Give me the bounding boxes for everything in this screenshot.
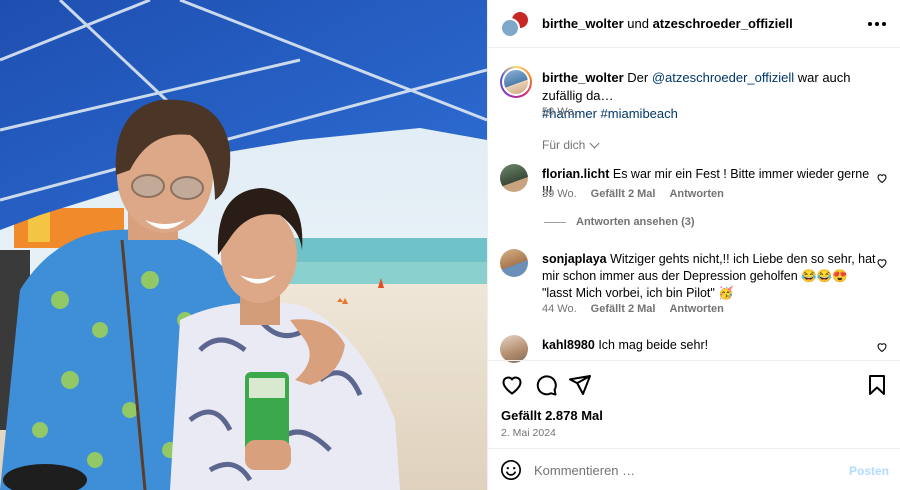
heart-icon[interactable] [876,172,888,184]
authors-conjunction: und [627,16,649,31]
reply-button[interactable]: Antworten [669,303,723,315]
comment-icon[interactable] [534,373,558,397]
avatar[interactable] [500,18,520,38]
comment-meta: 39 Wo. Gefällt 2 Mal Antworten [542,188,724,200]
view-replies-button[interactable]: Antworten ansehen (3) [544,216,695,228]
caption-text-before: Der [627,70,649,85]
comment-username[interactable]: florian.licht [542,167,609,181]
divider [544,221,566,223]
hashtag-link[interactable]: #miamibeach [601,106,678,121]
reply-button[interactable]: Antworten [669,188,723,200]
caption-time[interactable]: 50 Wo. [542,106,577,118]
comment-filter-label: Für dich [542,138,586,152]
bookmark-icon[interactable] [865,373,889,397]
likes-count[interactable]: Gefällt 2.878 Mal [501,408,603,423]
avatar[interactable] [500,164,528,192]
comment-text: sonjaplaya Witziger gehts nicht,!! ich L… [542,251,877,302]
more-icon[interactable] [865,12,889,36]
caption-text: birthe_wolter Der @atzeschroeder_offizie… [542,69,892,123]
view-replies-label: Antworten ansehen (3) [576,216,695,228]
avatar[interactable] [500,335,528,363]
post-actions: Gefällt 2.878 Mal 2. Mai 2024 [488,360,900,448]
comment-meta: 44 Wo. Gefällt 2 Mal Antworten [542,303,724,315]
comment-time[interactable]: 39 Wo. [542,188,577,200]
avatar[interactable] [500,66,532,98]
comment-likes[interactable]: Gefällt 2 Mal [591,188,656,200]
comment-composer: Posten [488,448,900,490]
comment-body: Ich mag beide sehr! [598,338,709,352]
heart-icon[interactable] [500,373,524,397]
chevron-down-icon [589,138,600,149]
post-image[interactable] [0,0,487,490]
comment-username[interactable]: kahl8980 [542,338,595,352]
post-date: 2. Mai 2024 [501,427,556,439]
heart-icon[interactable] [876,341,888,353]
comment-input[interactable] [534,459,834,481]
collab-avatars[interactable] [500,10,530,40]
post-comment-button[interactable]: Posten [849,464,889,478]
author-link[interactable]: atzeschroeder_offiziell [653,16,793,31]
comment-likes[interactable]: Gefällt 2 Mal [591,303,656,315]
comment-text: kahl8980 Ich mag beide sehr! [542,337,877,354]
avatar[interactable] [500,249,528,277]
author-link[interactable]: birthe_wolter [542,16,624,31]
post-details-panel: birthe_wolter und atzeschroeder_offiziel… [487,0,900,490]
comment-username[interactable]: sonjaplaya [542,252,607,266]
post-authors: birthe_wolter und atzeschroeder_offiziel… [542,16,793,31]
mention-link[interactable]: @atzeschroeder_offiziell [652,70,794,85]
comment-filter-dropdown[interactable]: Für dich [542,138,600,152]
post-header: birthe_wolter und atzeschroeder_offiziel… [488,0,900,48]
caption-username[interactable]: birthe_wolter [542,70,624,85]
share-icon[interactable] [568,373,592,397]
comment-time[interactable]: 44 Wo. [542,303,577,315]
emoji-icon[interactable] [500,459,522,481]
heart-icon[interactable] [876,257,888,269]
